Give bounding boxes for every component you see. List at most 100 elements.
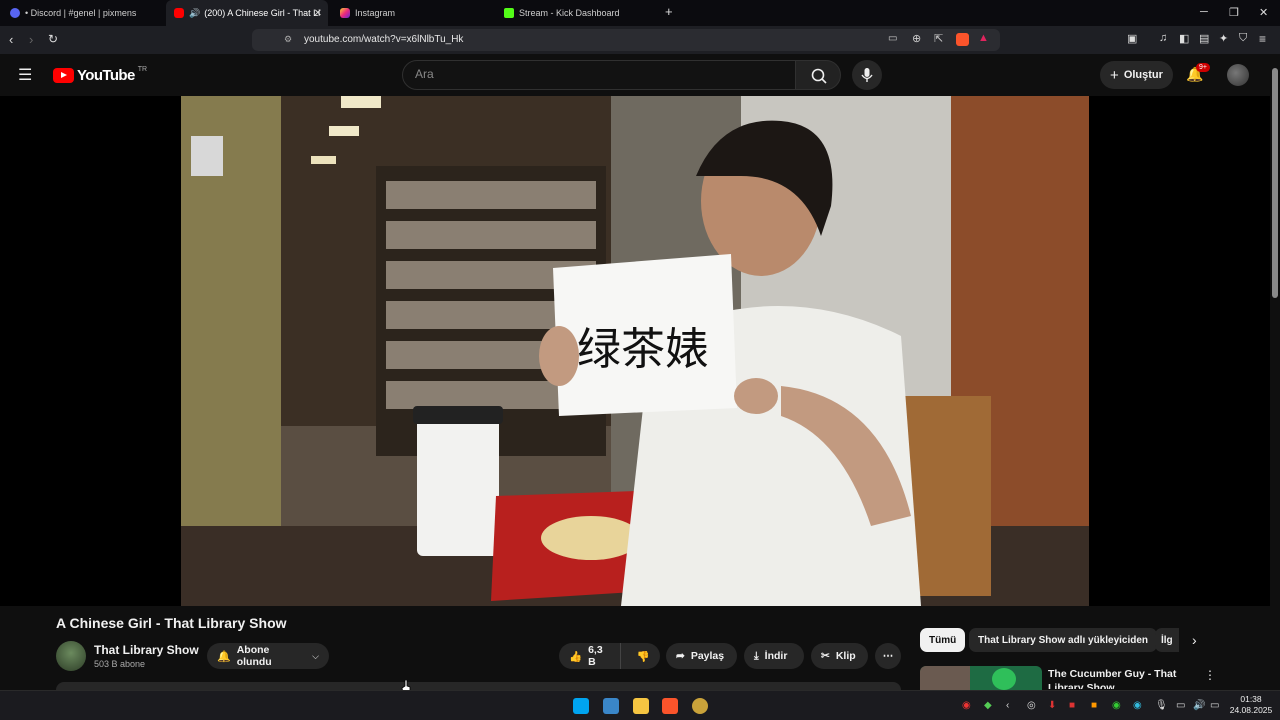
scissors-icon: ✂	[821, 650, 830, 662]
tab-label: Stream - Kick Dashboard	[519, 8, 620, 18]
share-icon: ➦	[676, 650, 685, 662]
tray-app3-icon[interactable]: ◉	[1112, 700, 1121, 711]
hamburger-menu-icon[interactable]: ☰	[18, 65, 32, 85]
clip-button[interactable]: ✂ Klip	[811, 643, 868, 669]
tab-label: • Discord | #genel | pixmens	[25, 8, 137, 18]
windows-taskbar: ◉ ◆ ‹ ◎ ⬇ ■ ■ ◉ ◉ 🎙 ▭ 🔊 ▭ 01:38 24.08.20…	[0, 690, 1280, 720]
youtube-play-icon	[53, 68, 74, 83]
tray-steam-icon[interactable]: ◎	[1027, 700, 1036, 711]
vpn-icon[interactable]: ⛉	[1239, 32, 1247, 45]
video-player[interactable]: 绿茶婊	[181, 96, 1089, 606]
subscribe-label: Abone olundu	[236, 644, 272, 668]
tray-volume-icon[interactable]: 🔊	[1193, 700, 1205, 711]
video-title: A Chinese Girl - That Library Show	[56, 615, 287, 631]
leo-ai-icon[interactable]: ✦	[1219, 32, 1228, 45]
tray-app-icon[interactable]: ◉	[962, 700, 971, 711]
browser-tab-strip: • Discord | #genel | pixmens 🔊 (200) A C…	[0, 0, 1280, 26]
thumbs-down-icon: 👎	[636, 650, 650, 663]
more-horizontal-icon: ⋯	[882, 650, 894, 662]
search-button[interactable]	[795, 60, 841, 90]
system-clock[interactable]: 01:38 24.08.2025	[1226, 694, 1276, 716]
forward-icon[interactable]: ›	[29, 32, 33, 47]
channel-avatar[interactable]	[56, 641, 86, 671]
channel-name[interactable]: That Library Show	[94, 643, 199, 657]
youtube-icon	[174, 8, 184, 18]
chip-uploader[interactable]: That Library Show adlı yükleyiciden	[969, 628, 1158, 652]
voice-search-button[interactable]	[852, 60, 882, 90]
bell-icon: 🔔	[217, 650, 231, 663]
notification-count-badge: 9+	[1196, 63, 1210, 72]
back-icon[interactable]: ‹	[9, 32, 13, 47]
logo-text: YouTube	[77, 67, 135, 84]
download-label: İndir	[764, 650, 788, 662]
chevron-right-icon[interactable]: ›	[1192, 632, 1197, 648]
tray-battery-icon[interactable]: ▭	[1210, 700, 1219, 711]
tray-record-icon[interactable]: ■	[1069, 700, 1075, 711]
tab-label: (200) A Chinese Girl - That Li	[204, 8, 321, 18]
tray-app2-icon[interactable]: ■	[1091, 700, 1097, 711]
recommendation-title[interactable]: The Cucumber Guy - That Library Show	[1048, 667, 1198, 689]
recommendation-thumbnail[interactable]	[920, 666, 1042, 690]
chip-related[interactable]: İlg	[1155, 628, 1179, 652]
brave-shields-icon[interactable]	[956, 33, 969, 46]
search-box[interactable]	[402, 60, 796, 90]
new-tab-button[interactable]: +	[665, 4, 673, 19]
share-button[interactable]: ➦ Paylaş	[666, 643, 737, 669]
windows-start-icon[interactable]	[573, 698, 589, 714]
music-icon[interactable]: ♫	[1159, 32, 1167, 44]
sign-text: 绿茶婊	[577, 324, 709, 375]
tray-network-icon[interactable]: ▭	[1176, 700, 1185, 711]
minimize-button[interactable]: ─	[1200, 6, 1208, 18]
player-letterbox-left	[0, 96, 181, 606]
tray-chevron-icon[interactable]: ‹	[1006, 700, 1009, 711]
tray-mic-icon[interactable]: 🎙	[1155, 700, 1168, 711]
search-input[interactable]	[403, 61, 795, 87]
tray-download-icon[interactable]: ⬇	[1048, 700, 1056, 711]
brave-browser-icon[interactable]	[662, 698, 678, 714]
more-actions-button[interactable]: ⋯	[875, 643, 901, 669]
wallet-icon[interactable]: ▤	[1199, 32, 1209, 45]
screenshot-icon[interactable]: ▣	[1127, 32, 1137, 45]
download-button[interactable]: ⤓ İndir	[744, 643, 804, 669]
dislike-button[interactable]: 👎	[627, 650, 660, 663]
tray-app4-icon[interactable]: ◉	[1133, 700, 1142, 711]
create-button[interactable]: + Oluştur	[1100, 61, 1173, 89]
tray-nvidia-icon[interactable]: ◆	[984, 700, 992, 711]
search-icon	[811, 68, 827, 84]
app-icon[interactable]	[692, 698, 708, 714]
youtube-logo[interactable]: YouTube TR	[53, 66, 147, 84]
tab-label: Instagram	[355, 8, 396, 18]
restore-button[interactable]: ❐	[1229, 6, 1239, 19]
tab-instagram[interactable]: Instagram	[332, 0, 494, 26]
sidebar-icon[interactable]: ◧	[1179, 32, 1189, 45]
zoom-icon[interactable]: ⊕	[912, 32, 921, 45]
youtube-header: ☰ YouTube TR + Oluştur 🔔 9+	[0, 54, 1270, 96]
more-vertical-icon[interactable]: ⋮	[1204, 668, 1216, 682]
like-button[interactable]: 👍 6,3 B	[559, 643, 621, 669]
account-avatar[interactable]	[1227, 64, 1249, 86]
page-scrollbar[interactable]	[1270, 54, 1280, 690]
subscribed-button[interactable]: 🔔 Abone olundu ⌵	[207, 643, 329, 669]
thumbs-up-icon: 👍	[569, 650, 583, 663]
tab-kick[interactable]: Stream - Kick Dashboard	[496, 0, 658, 26]
address-bar[interactable]: ⚙ youtube.com/watch?v=x6lNlbTu_Hk ▭ ⊕ ⇱ …	[252, 29, 1000, 51]
tab-youtube[interactable]: 🔊 (200) A Chinese Girl - That Li ✕	[166, 0, 328, 26]
close-window-button[interactable]: ✕	[1259, 6, 1268, 19]
file-explorer-icon[interactable]	[633, 698, 649, 714]
cast-icon[interactable]: ▭	[888, 33, 897, 44]
discord-icon	[10, 8, 20, 18]
tab-discord[interactable]: • Discord | #genel | pixmens	[2, 0, 162, 26]
scrollbar-thumb[interactable]	[1272, 68, 1278, 298]
widgets-icon[interactable]	[603, 698, 619, 714]
reload-icon[interactable]: ↻	[48, 32, 58, 46]
brave-rewards-icon[interactable]: ▲	[978, 32, 989, 44]
share-page-icon[interactable]: ⇱	[934, 32, 943, 45]
chip-all[interactable]: Tümü	[920, 628, 966, 652]
site-info-icon[interactable]: ⚙	[284, 34, 292, 45]
description-box[interactable]	[56, 682, 901, 690]
clock-date: 24.08.2025	[1229, 705, 1273, 715]
close-tab-icon[interactable]: ✕	[314, 8, 322, 19]
menu-icon[interactable]: ≡	[1259, 32, 1266, 46]
instagram-icon	[340, 8, 350, 18]
microphone-icon	[861, 68, 873, 82]
